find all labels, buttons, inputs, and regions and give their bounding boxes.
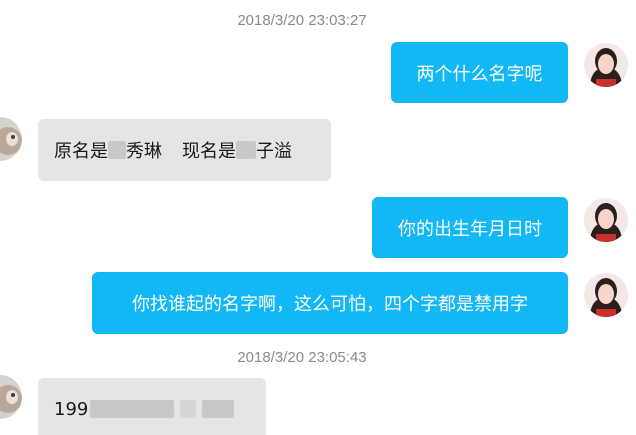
redacted-blur bbox=[90, 400, 175, 418]
message-text-part: 现名是 bbox=[182, 141, 236, 162]
self-avatar-icon[interactable] bbox=[584, 198, 628, 242]
outgoing-message-bubble[interactable]: 你找谁起的名字啊，这么可怕，四个字都是禁用字 bbox=[92, 272, 568, 334]
redacted-blur bbox=[108, 141, 126, 159]
message-timestamp: 2018/3/20 23:03:27 bbox=[237, 12, 367, 29]
chat-window: 2018/3/20 23:03:27 两个什么名字呢 原名是 秀琳 现名是 子溢 bbox=[0, 0, 636, 435]
outgoing-message-bubble[interactable]: 两个什么名字呢 bbox=[391, 42, 568, 103]
message-text-part: 原名是 bbox=[54, 141, 108, 162]
contact-avatar-icon[interactable] bbox=[0, 375, 22, 419]
incoming-message-bubble[interactable]: 199 bbox=[38, 378, 266, 435]
message-timestamp: 2018/3/20 23:05:43 bbox=[237, 349, 367, 366]
incoming-message-bubble[interactable]: 原名是 秀琳 现名是 子溢 bbox=[38, 119, 331, 181]
self-avatar-icon[interactable] bbox=[584, 43, 628, 87]
message-text-part: 子溢 bbox=[256, 141, 292, 162]
message-text: 你找谁起的名字啊，这么可怕，四个字都是禁用字 bbox=[132, 294, 528, 315]
message-text: 你的出生年月日时 bbox=[398, 218, 542, 240]
outgoing-message-bubble[interactable]: 你的出生年月日时 bbox=[372, 197, 568, 258]
redacted-blur bbox=[202, 400, 235, 418]
self-avatar-icon[interactable] bbox=[584, 273, 628, 317]
message-text-part: 199 bbox=[54, 398, 89, 420]
redacted-blur bbox=[180, 400, 197, 418]
message-text: 两个什么名字呢 bbox=[416, 63, 543, 85]
redacted-blur bbox=[236, 141, 256, 159]
contact-avatar-icon[interactable] bbox=[0, 117, 22, 161]
message-text-part: 秀琳 bbox=[126, 141, 162, 162]
